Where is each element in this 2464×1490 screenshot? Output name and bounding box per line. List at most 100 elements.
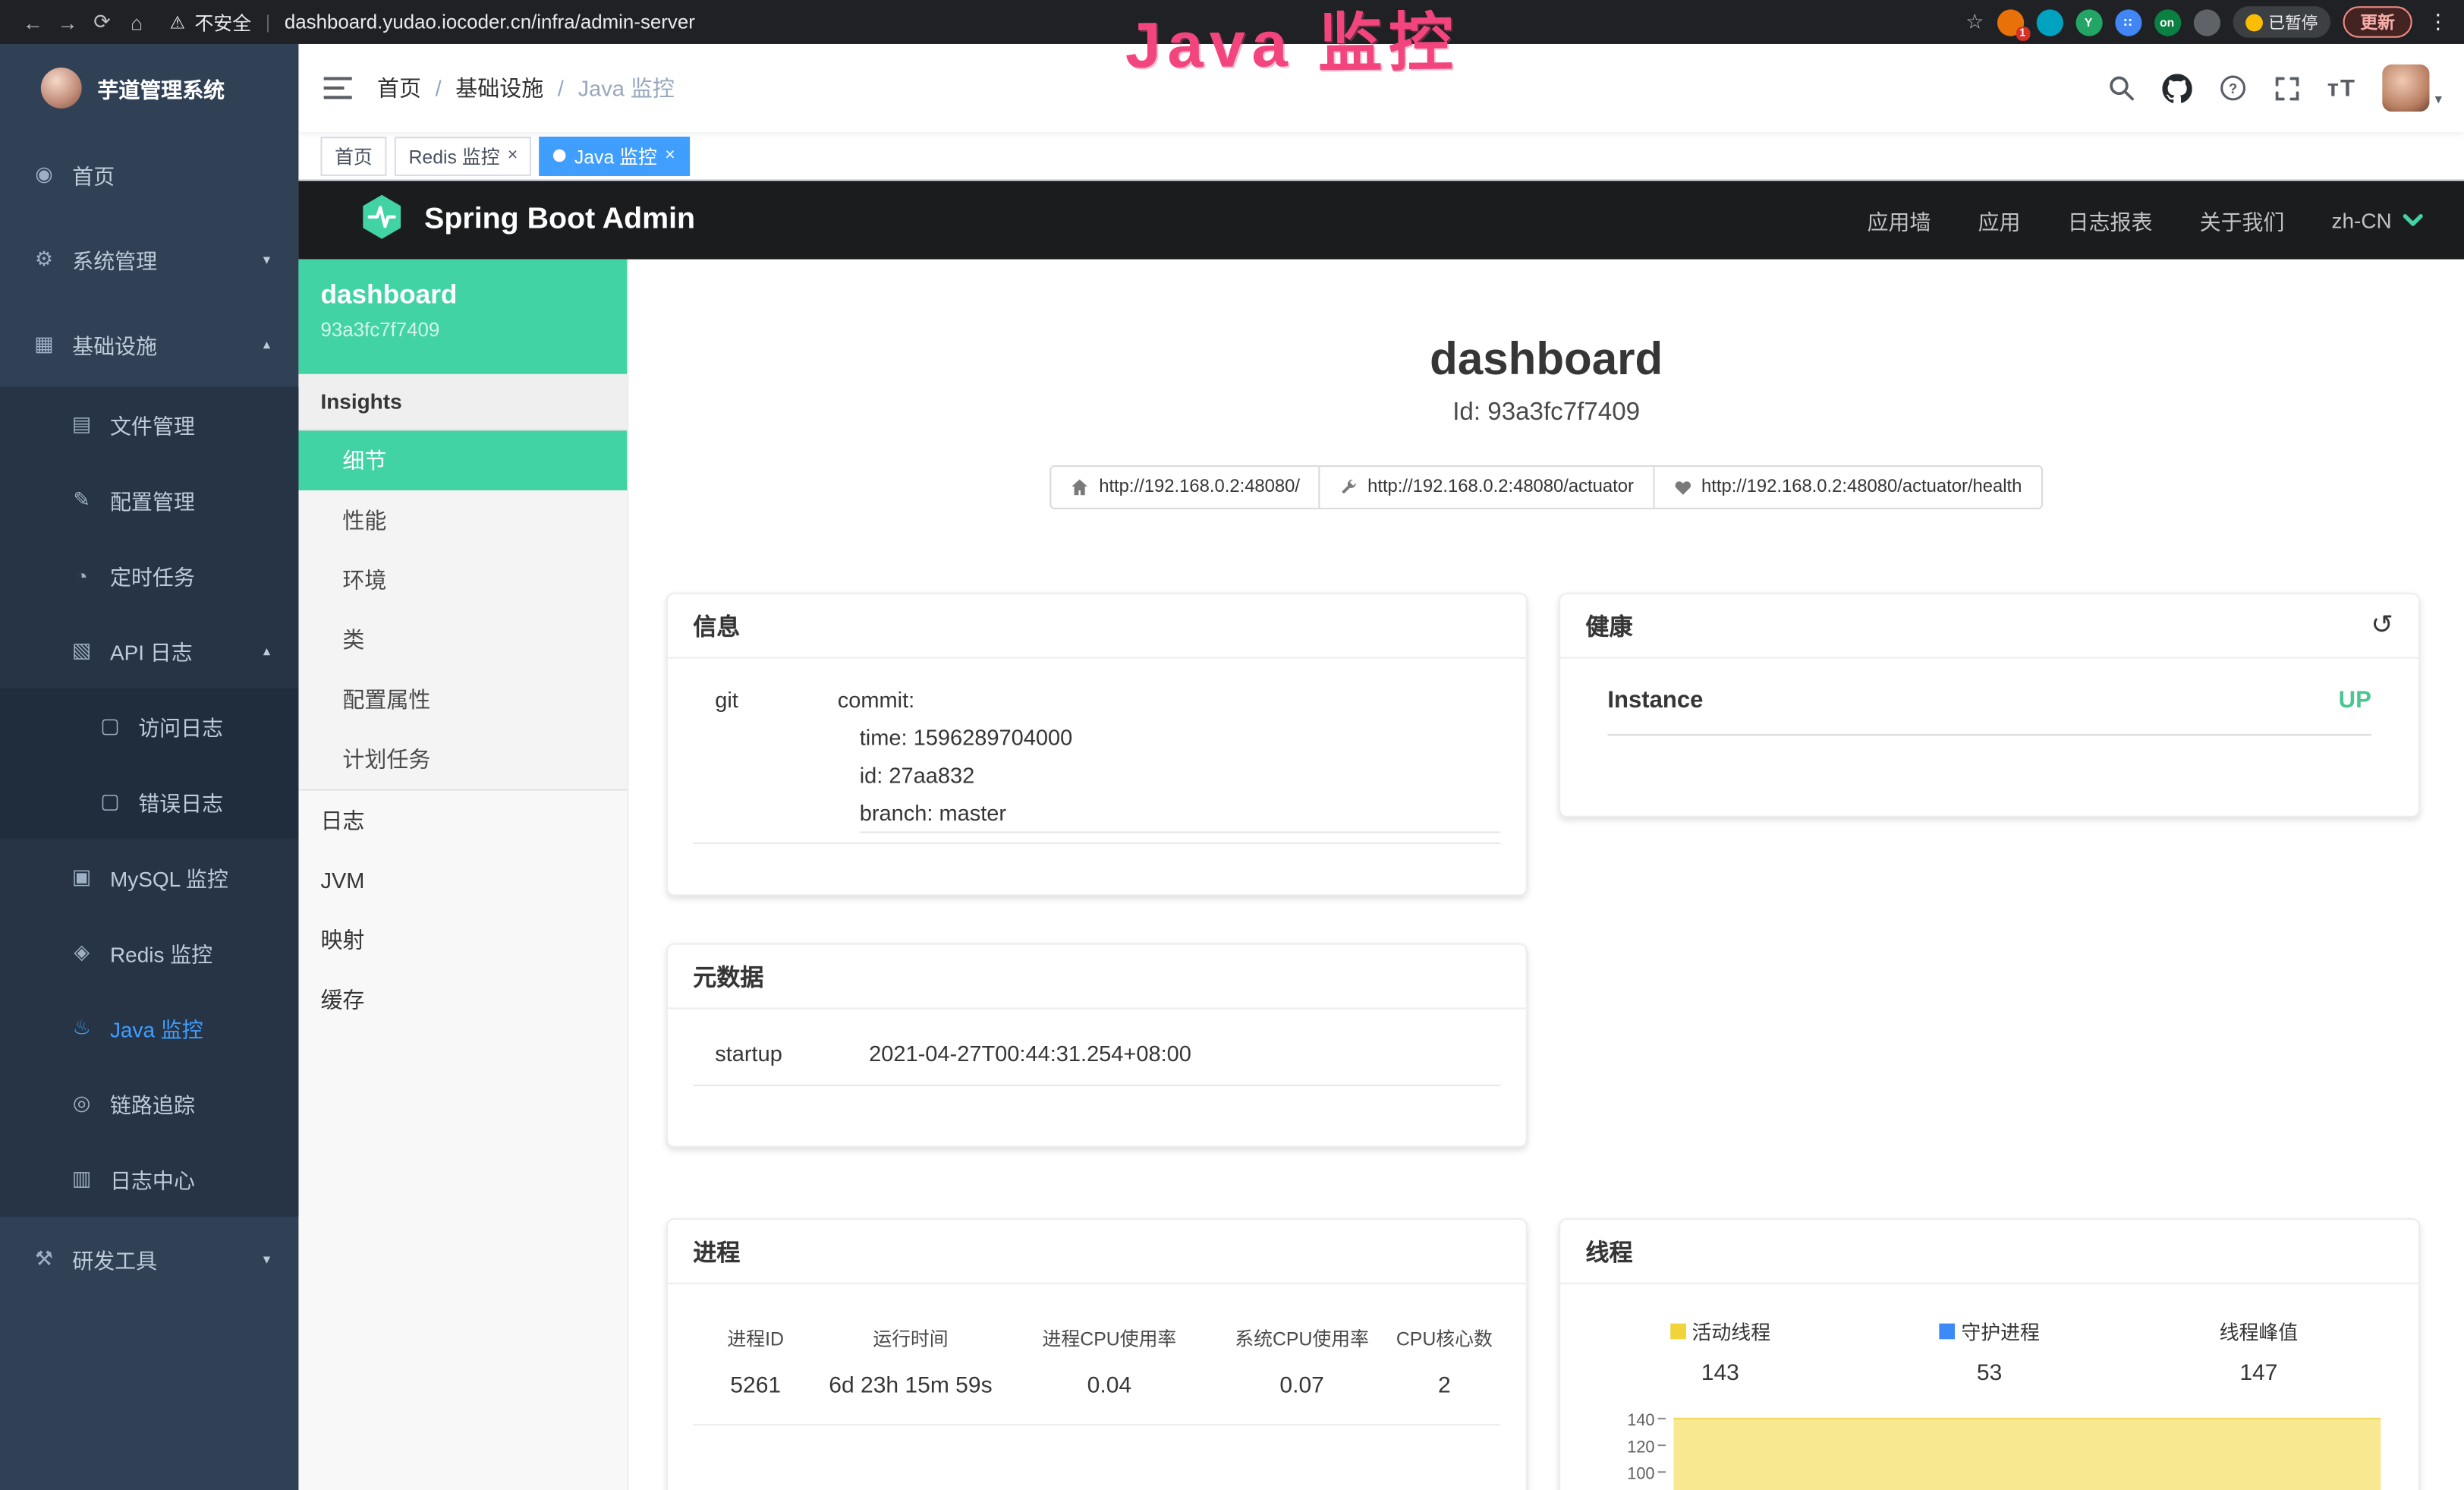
threads-legend-value: 53: [1855, 1361, 2124, 1386]
breadcrumb-item: Java 监控: [578, 72, 675, 103]
hamburger-icon[interactable]: [298, 77, 377, 99]
url-text[interactable]: dashboard.yudao.iocoder.cn/infra/admin-s…: [285, 11, 695, 33]
sba-item-caches[interactable]: 缓存: [298, 970, 627, 1030]
health-icon: [1673, 478, 1692, 497]
language-selector[interactable]: zh-CN: [2332, 208, 2424, 232]
caret-down-icon: ▾: [2435, 91, 2442, 112]
app-menu: ◉首页⚙系统管理▾▦基础设施▴▤文件管理✎配置管理◔定时任务▧API 日志▴▢访…: [0, 132, 298, 1302]
instance-link[interactable]: http://192.168.0.2:48080/actuator/health: [1653, 465, 2042, 509]
health-row[interactable]: Instance UP: [1607, 687, 2371, 736]
user-menu[interactable]: ▾: [2383, 65, 2442, 112]
sba-instance-block[interactable]: dashboard 93a3fc7f7409: [298, 260, 627, 374]
sidebar-item-label: MySQL 监控: [110, 862, 228, 893]
browser-forward-button[interactable]: →: [50, 10, 85, 33]
font-size-icon[interactable]: тT: [2327, 74, 2356, 101]
process-column-header: 进程ID: [693, 1325, 818, 1352]
close-icon[interactable]: ×: [665, 147, 675, 165]
sba-item-environment[interactable]: 环境: [298, 550, 627, 610]
cards-right-column: 健康 ↺ Instance UP: [1559, 593, 2420, 1490]
sba-item-scheduled-tasks[interactable]: 计划任务: [298, 729, 627, 789]
sidebar-item-access-log[interactable]: ▢访问日志: [0, 688, 298, 764]
tags-bar: 首页 Redis 监控×Java 监控×: [298, 132, 2464, 181]
sba-instance-id: 93a3fc7f7409: [320, 319, 605, 341]
metadata-key: startup: [693, 1041, 869, 1066]
svg-text:?: ?: [2229, 80, 2237, 96]
sidebar-item-dev-tools[interactable]: ⚒研发工具▾: [0, 1217, 298, 1302]
extension-icon-teal[interactable]: [2036, 8, 2063, 35]
extension-icon-orange[interactable]: 1: [1997, 8, 2023, 35]
paused-badge[interactable]: 已暂停: [2233, 6, 2330, 37]
instance-title: dashboard: [628, 335, 2464, 386]
security-label[interactable]: 不安全: [195, 8, 252, 35]
process-column: 进程ID5261: [693, 1325, 818, 1399]
sidebar-item-log-center[interactable]: ▥日志中心: [0, 1141, 298, 1216]
sba-item-jvm[interactable]: JVM: [298, 850, 627, 910]
process-column-value: 6d 23h 15m 59s: [818, 1374, 1002, 1399]
sba-item-classes[interactable]: 类: [298, 610, 627, 669]
threads-chart: 140120100: [1585, 1412, 2393, 1490]
navbar-right: ? тT ▾: [2107, 65, 2464, 112]
browser-reload-button[interactable]: ⟳: [85, 9, 120, 34]
browser-back-button[interactable]: ←: [16, 10, 51, 33]
breadcrumb-item[interactable]: 基础设施: [455, 72, 543, 103]
breadcrumb-item[interactable]: 首页: [377, 72, 421, 103]
update-button[interactable]: 更新: [2343, 6, 2412, 37]
search-icon[interactable]: [2107, 74, 2135, 102]
instance-link[interactable]: http://192.168.0.2:48080/: [1050, 465, 1320, 509]
sba-nav-journal[interactable]: 日志报表: [2068, 204, 2153, 235]
process-column: 系统CPU使用率0.07: [1216, 1325, 1388, 1399]
extension-icon-blue[interactable]: ∷: [2114, 8, 2141, 35]
sba-item-mappings[interactable]: 映射: [298, 910, 627, 970]
sidebar-item-home[interactable]: ◉首页: [0, 132, 298, 217]
breadcrumb-separator: /: [436, 75, 442, 100]
fullscreen-icon[interactable]: [2274, 74, 2300, 101]
spring-boot-admin: Spring Boot Admin 应用墙应用日志报表关于我们zh-CN das…: [298, 181, 2464, 1490]
bookmark-star-icon[interactable]: ☆: [1965, 9, 1984, 34]
address-bar[interactable]: ⚠ 不安全 | dashboard.yudao.iocoder.cn/infra…: [170, 8, 695, 35]
active-dot: [554, 150, 567, 162]
sba-nav: 应用墙 应用 日志报表 关于我们 zh-CN: [1868, 204, 2424, 235]
extension-icon-gray[interactable]: [2193, 8, 2220, 35]
tab-home[interactable]: 首页: [320, 136, 386, 175]
sidebar-item-label: 首页: [72, 159, 115, 190]
instance-link[interactable]: http://192.168.0.2:48080/actuator: [1319, 465, 1654, 509]
legend-swatch: [1939, 1323, 1955, 1339]
sidebar-item-java[interactable]: ♨Java 监控: [0, 991, 298, 1066]
info-nested: time: 1596289704000id: 27aa832branch: ma…: [860, 718, 1501, 833]
sidebar-item-trace[interactable]: ◎链路追踪: [0, 1066, 298, 1141]
process-column-header: 进程CPU使用率: [1003, 1325, 1216, 1352]
sba-nav-applications[interactable]: 应用: [1978, 204, 2021, 235]
sidebar-item-mysql[interactable]: ▣MySQL 监控: [0, 840, 298, 915]
sba-item-performance[interactable]: 性能: [298, 490, 627, 550]
sidebar-item-system[interactable]: ⚙系统管理▾: [0, 217, 298, 302]
browser-home-button[interactable]: ⌂: [119, 10, 154, 33]
sidebar-item-infra[interactable]: ▦基础设施▴: [0, 302, 298, 387]
sidebar-item-config[interactable]: ✎配置管理: [0, 462, 298, 537]
github-icon[interactable]: [2162, 73, 2192, 102]
doc-icon: ▢: [97, 789, 122, 814]
tab-java[interactable]: Java 监控×: [540, 136, 689, 175]
sidebar-item-api-log[interactable]: ▧API 日志▴: [0, 613, 298, 688]
extension-icon-on[interactable]: on: [2154, 8, 2180, 35]
sba-nav-wallboard[interactable]: 应用墙: [1868, 204, 1931, 235]
sidebar-item-file[interactable]: ▤文件管理: [0, 386, 298, 461]
link-url: http://192.168.0.2:48080/actuator/health: [1701, 478, 2022, 497]
tab-redis[interactable]: Redis 监控×: [395, 136, 532, 175]
sba-item-logs[interactable]: 日志: [298, 791, 627, 851]
process-card-title: 进程: [693, 1235, 740, 1268]
sba-nav-about[interactable]: 关于我们: [2200, 204, 2285, 235]
sba-item-details[interactable]: 细节: [298, 430, 627, 490]
sba-item-config-props[interactable]: 配置属性: [298, 669, 627, 729]
sidebar-item-error-log[interactable]: ▢错误日志: [0, 764, 298, 839]
help-icon[interactable]: ?: [2219, 74, 2247, 102]
breadcrumb-separator: /: [558, 75, 564, 100]
close-icon[interactable]: ×: [508, 147, 518, 165]
sidebar-item-redis[interactable]: ◈Redis 监控: [0, 915, 298, 990]
tab-label: 首页: [335, 142, 373, 169]
extension-icon-green[interactable]: Y: [2075, 8, 2101, 35]
history-icon[interactable]: ↺: [2371, 610, 2393, 641]
browser-menu-icon[interactable]: ⋮: [2428, 9, 2448, 34]
cards-left-column: 信息 gitcommit:time: 1596289704000id: 27aa…: [666, 593, 1528, 1490]
sidebar-item-job[interactable]: ◔定时任务: [0, 537, 298, 613]
app-logo[interactable]: 芋道管理系统: [0, 44, 298, 132]
